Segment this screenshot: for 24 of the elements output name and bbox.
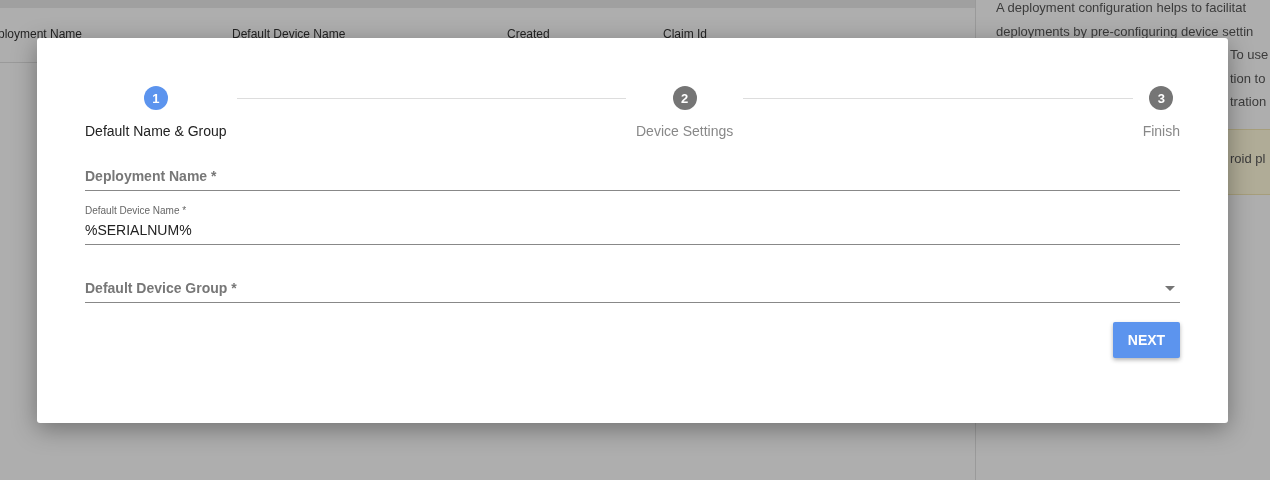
caret-icon [1165, 285, 1175, 291]
step-label: Finish [1142, 123, 1180, 139]
column-header: Claim Id [663, 27, 707, 41]
info-text: tration [1230, 94, 1267, 109]
step-label: Device Settings [636, 123, 734, 139]
field-value: %SERIALNUM% [85, 222, 192, 238]
field-label: Default Device Name * [85, 205, 188, 216]
notice-text: roid pl [1230, 150, 1266, 166]
step-label: Default Name & Group [85, 123, 227, 139]
field-placeholder: Default Device Group * [85, 280, 237, 296]
info-text: A deployment configuration helps to facilitat [996, 0, 1247, 15]
next-button[interactable]: NEXT [1113, 322, 1180, 358]
info-text: deployments by pre-configuring device settin [996, 23, 1254, 39]
info-text: tion to [1230, 70, 1266, 86]
step-number: 2 [672, 86, 697, 110]
select-field[interactable]: Default Device Group * [85, 277, 1180, 303]
field-placeholder: Deployment Name * [85, 168, 217, 184]
step-number: 3 [1149, 86, 1174, 110]
input-field[interactable]: Deployment Name * [85, 165, 1180, 191]
step-number: 1 [143, 86, 168, 110]
column-header: Default Device Name [232, 27, 346, 41]
column-header: Created [507, 27, 550, 41]
info-text: To use [1230, 47, 1269, 62]
input-field[interactable]: Default Device Name * %SERIALNUM% [85, 205, 1180, 245]
